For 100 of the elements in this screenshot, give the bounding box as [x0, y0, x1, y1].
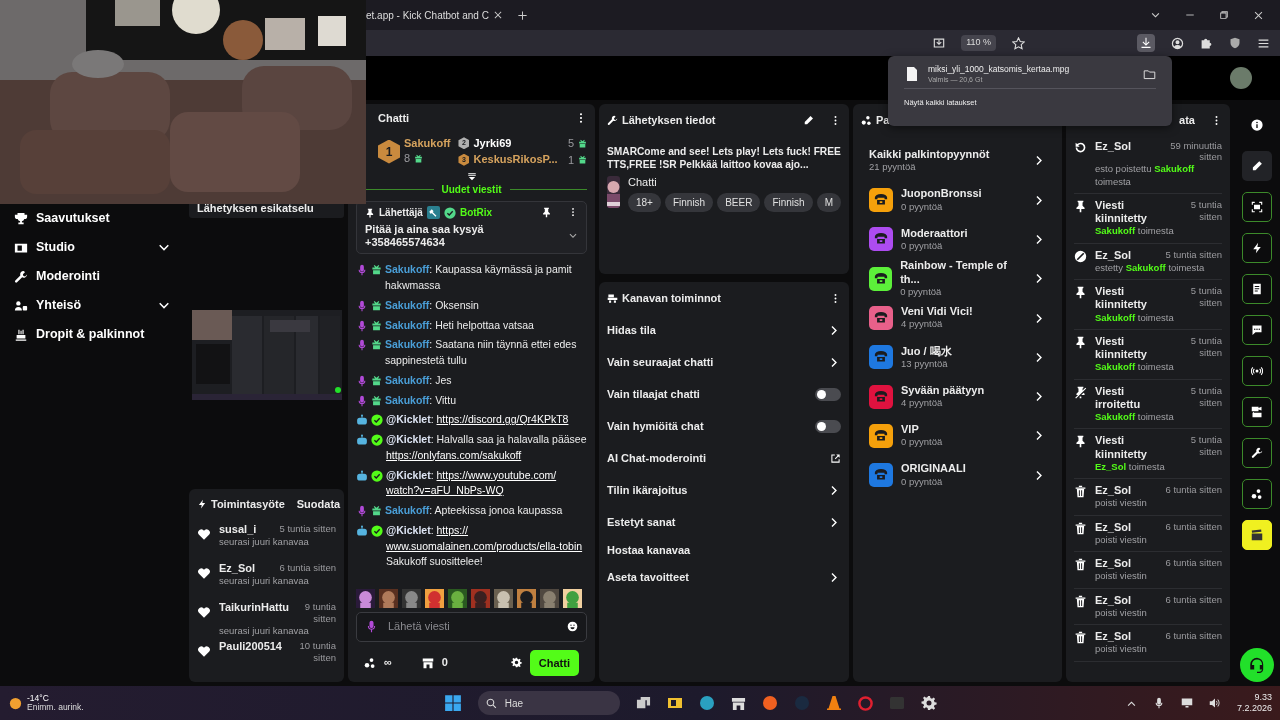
reward-title[interactable]: Kaikki palkintopyynnöt	[869, 147, 1033, 161]
support-button[interactable]	[1240, 648, 1274, 682]
chat-send-button[interactable]: Chatti	[529, 649, 579, 676]
reward-title[interactable]: VIP	[901, 423, 1025, 437]
edit-button[interactable]	[1242, 151, 1272, 181]
account-icon[interactable]	[1171, 36, 1184, 50]
browser-icon[interactable]	[698, 695, 715, 711]
message-field[interactable]: Lähetä viesti	[386, 617, 559, 636]
camera-button[interactable]	[1242, 397, 1272, 427]
search-field[interactable]: Hae	[477, 691, 620, 715]
close-icon[interactable]	[1253, 9, 1264, 21]
sidebar-item[interactable]: Dropit & palkinnot	[36, 325, 145, 344]
wrench-button[interactable]	[1242, 438, 1272, 468]
menu-item[interactable]: Vain hymiöitä chat	[607, 418, 704, 435]
message-box[interactable]: Lähetä viesti	[356, 611, 587, 642]
menu-item[interactable]: Hostaa kanavaa	[607, 541, 691, 559]
cone-icon[interactable]	[825, 695, 842, 711]
tag[interactable]: Finnish	[664, 193, 714, 213]
tag[interactable]: 18+	[627, 193, 661, 213]
log-detail: Sakukoff toimesta	[1095, 225, 1175, 238]
task-view-icon[interactable]	[635, 695, 651, 711]
chat-link[interactable]: www.suomalainen.com/products/ella-tobin	[386, 539, 583, 552]
avatar[interactable]	[1230, 67, 1252, 89]
shield-icon[interactable]	[1229, 37, 1241, 49]
pin-icon[interactable]	[541, 207, 552, 218]
chat-message: Sakukoff: Saatana niin täynnä ettei edes sappinestetä tullu	[385, 337, 578, 369]
sidebar-item[interactable]: Studio	[36, 238, 75, 257]
speaker-icon[interactable]	[1208, 697, 1221, 709]
menu-item[interactable]: Vain tilaajat chatti	[607, 386, 700, 403]
category-name[interactable]: Chatti	[627, 176, 841, 190]
reward-title[interactable]: Syvään päätyyn	[901, 383, 1025, 398]
browser-icon[interactable]	[857, 695, 873, 711]
chat-button[interactable]	[1242, 315, 1272, 345]
document-icon	[1251, 283, 1263, 295]
clapperboard-icon	[1251, 529, 1263, 541]
sidebar-item[interactable]: Moderointi	[36, 267, 100, 286]
new-tab-icon[interactable]	[516, 9, 528, 21]
zoom-level[interactable]: 110 %	[961, 35, 996, 51]
close-icon[interactable]	[492, 10, 503, 20]
pin-icon	[365, 207, 375, 218]
reward-title[interactable]: Juo / 喝水	[901, 344, 1025, 358]
menu-item[interactable]: AI Chat-moderointi	[607, 450, 706, 467]
chat-link[interactable]: https://discord.gg/Qr4KPkT8	[436, 413, 569, 426]
reward-title[interactable]: JuoponBronssi	[901, 187, 1025, 201]
sidebar-item[interactable]: Yhteisö	[36, 296, 82, 315]
stream-title: SMARCome and see! Lets play! Lets fuck! FREE TTS,FREE !SR Pelkkää laittoo kovaa ajo...	[607, 144, 841, 173]
points-icon	[1251, 488, 1263, 500]
chat-link[interactable]: https://	[436, 523, 469, 536]
menu-icon[interactable]	[1257, 36, 1270, 50]
chat-link[interactable]: https://www.youtube.com/	[436, 468, 557, 481]
clock-time: 9.33	[1253, 692, 1272, 703]
heart-icon	[197, 605, 211, 619]
clapperboard-button[interactable]	[1242, 520, 1272, 550]
app-icon[interactable]	[920, 695, 937, 711]
emoji-icon[interactable]	[567, 621, 578, 632]
settings-icon[interactable]	[510, 657, 522, 669]
arrow-down-icon[interactable]	[466, 172, 477, 182]
reward-title[interactable]: Moderaattori	[901, 226, 1025, 240]
sidebar-item[interactable]: Saavutukset	[36, 209, 110, 228]
start-icon[interactable]	[443, 694, 462, 712]
reward-title[interactable]: ORIGINAALI	[901, 462, 1025, 476]
menu-item[interactable]: Vain seuraajat chatti	[607, 354, 714, 371]
chat-message: Sakukoff: Kaupassa käymässä ja pamit hakwmassa	[385, 262, 573, 294]
bolt-button[interactable]	[1242, 233, 1272, 263]
tag[interactable]: M	[816, 193, 841, 213]
file-name[interactable]: miksi_yli_1000_katsomis_kertaa.mpg	[928, 64, 1135, 76]
trash-icon	[1074, 631, 1087, 645]
verified-icon	[371, 469, 383, 482]
star-icon[interactable]	[1012, 36, 1025, 50]
extensions-icon[interactable]	[1200, 36, 1213, 50]
capture-button[interactable]	[1242, 192, 1272, 222]
store-icon[interactable]	[421, 656, 434, 669]
browser-icon[interactable]	[761, 695, 778, 711]
download-button[interactable]	[1137, 34, 1155, 52]
trash-icon	[1074, 558, 1087, 572]
menu-item[interactable]: Aseta tavoitteet	[607, 569, 689, 586]
toggle-switch[interactable]	[815, 420, 841, 433]
menu-item[interactable]: Estetyt sanat	[607, 514, 676, 531]
filter-link[interactable]: Suodata	[296, 495, 341, 513]
menu-item[interactable]: Tilin ikärajoitus	[607, 482, 688, 499]
restore-icon[interactable]	[1219, 10, 1229, 20]
menu-item[interactable]: Hidas tila	[607, 322, 656, 339]
chat-link[interactable]: https://onlyfans.com/sakukoff	[386, 448, 522, 461]
tag[interactable]: BEER	[717, 193, 761, 213]
tab-title[interactable]: et.app - Kick Chatbot and C	[366, 7, 489, 23]
points-button[interactable]	[1242, 479, 1272, 509]
save-page-icon[interactable]	[933, 37, 946, 49]
toggle-switch[interactable]	[815, 388, 841, 401]
chat-link[interactable]: watch?v=aFU_NbPs-WQ	[386, 484, 504, 497]
store-icon[interactable]	[730, 695, 746, 711]
mic-icon	[356, 299, 368, 312]
timestamp: 6 tuntia sitten	[1165, 520, 1222, 534]
tag[interactable]: Finnish	[764, 193, 813, 213]
reward-title[interactable]: Rainbow - Temple of th...	[900, 259, 1025, 286]
reward-title[interactable]: Veni Vidi Vici!	[901, 305, 1025, 319]
display-icon[interactable]	[1180, 697, 1193, 709]
document-button[interactable]	[1242, 274, 1272, 304]
external-link-icon[interactable]	[830, 453, 841, 464]
broadcast-button[interactable]	[1242, 356, 1272, 386]
edit-icon[interactable]	[803, 114, 814, 126]
